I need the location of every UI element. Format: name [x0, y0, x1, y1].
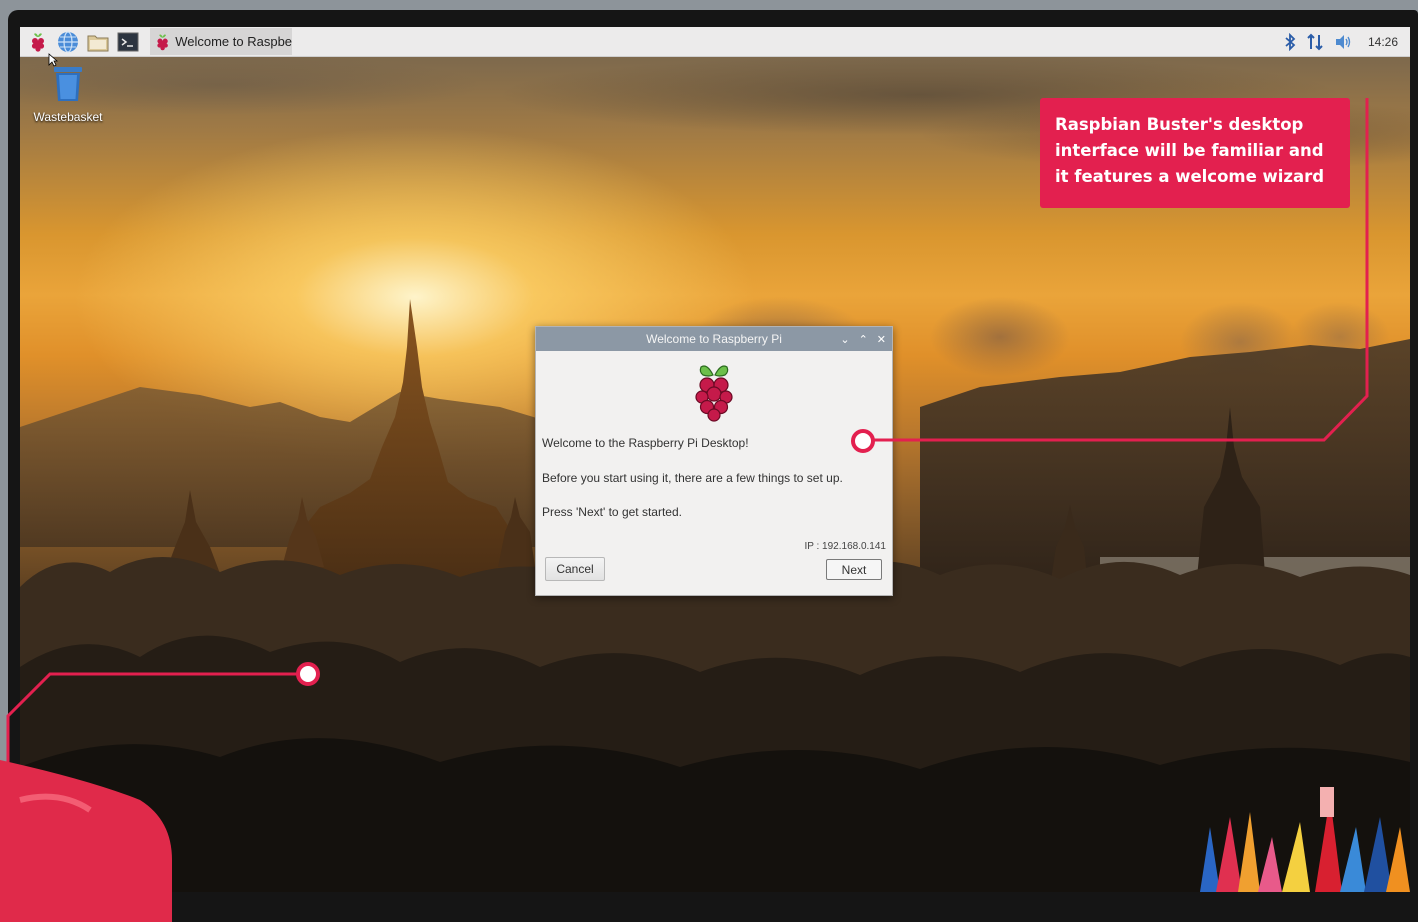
dialog-titlebar[interactable]: Welcome to Raspberry Pi ⌄ ⌃ ✕: [536, 327, 892, 351]
clock[interactable]: 14:26: [1368, 35, 1398, 49]
raspberry-menu-icon[interactable]: [26, 30, 50, 54]
ip-address: IP : 192.168.0.141: [804, 541, 886, 552]
bluetooth-icon[interactable]: [1284, 32, 1296, 51]
raspberry-pi-logo-icon: [695, 365, 733, 422]
maximize-icon[interactable]: ⌃: [859, 333, 868, 346]
file-manager-icon[interactable]: [86, 30, 110, 54]
terminal-icon[interactable]: [116, 30, 140, 54]
desktop-icon-wastebasket[interactable]: Wastebasket: [28, 65, 108, 124]
welcome-heading: Welcome to the Raspberry Pi Desktop!: [542, 436, 749, 450]
system-tray: 14:26: [1284, 27, 1398, 56]
welcome-dialog: Welcome to Raspberry Pi ⌄ ⌃ ✕ Welcome to…: [535, 326, 893, 596]
taskbar-window-button[interactable]: Welcome to Raspberr...: [150, 28, 292, 55]
network-icon[interactable]: [1306, 33, 1324, 51]
taskbar: Welcome to Raspberr... 14:26: [20, 27, 1410, 57]
minimize-icon[interactable]: ⌄: [840, 333, 849, 346]
wastebasket-label: Wastebasket: [33, 110, 103, 124]
web-browser-icon[interactable]: [56, 30, 80, 54]
dialog-title: Welcome to Raspberry Pi: [646, 332, 782, 346]
close-icon[interactable]: ✕: [877, 333, 886, 346]
taskbar-window-label: Welcome to Raspberr...: [175, 34, 292, 49]
volume-icon[interactable]: [1334, 34, 1352, 50]
raspberry-icon: [157, 34, 168, 50]
raspberry-pi-logo: [536, 361, 892, 423]
next-button[interactable]: Next: [826, 559, 882, 580]
annotation-callout: Raspbian Buster's desktop interface will…: [1040, 98, 1350, 208]
cancel-button[interactable]: Cancel: [545, 557, 605, 581]
welcome-text-setup: Before you start using it, there are a f…: [542, 471, 843, 485]
wastebasket-icon: [54, 67, 82, 101]
welcome-text-next: Press 'Next' to get started.: [542, 505, 682, 519]
